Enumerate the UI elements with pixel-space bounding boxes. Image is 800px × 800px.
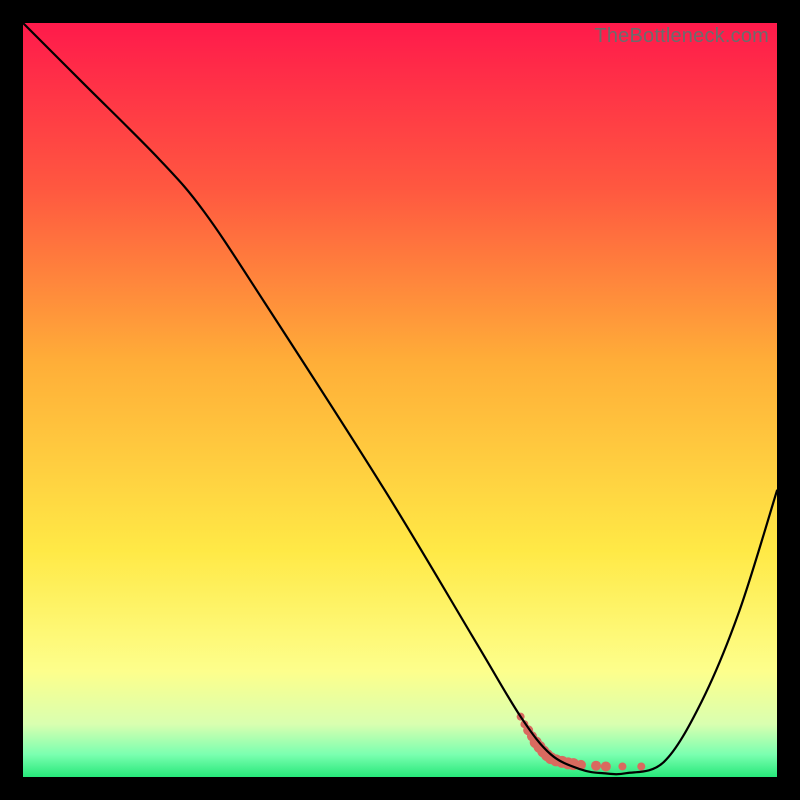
marker-dot	[618, 762, 626, 770]
bottleneck-chart	[23, 23, 777, 777]
plot-area	[23, 23, 777, 777]
marker-dot	[601, 761, 611, 771]
chart-frame: TheBottleneck.com	[23, 23, 777, 777]
marker-dot	[591, 761, 601, 771]
watermark-text: TheBottleneck.com	[594, 25, 769, 48]
marker-dot	[637, 762, 645, 770]
